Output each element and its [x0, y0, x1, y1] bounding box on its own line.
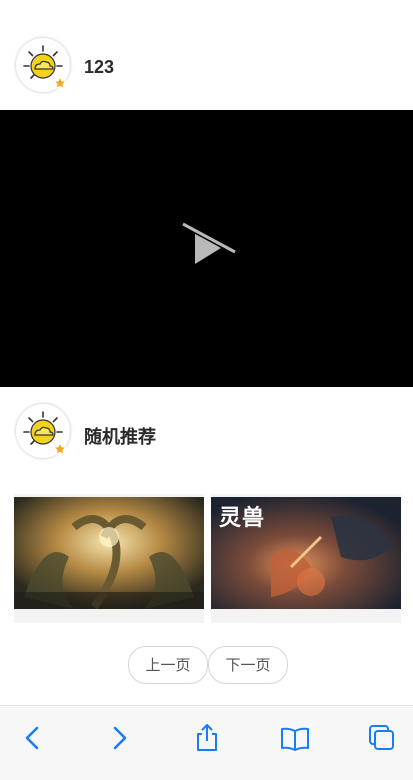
mythical-serpent-artwork: [14, 497, 204, 609]
tabs-icon[interactable]: [366, 722, 398, 754]
card-title-calligraphy: 灵兽: [219, 505, 266, 531]
recommend-card[interactable]: [14, 494, 204, 623]
next-page-button[interactable]: 下一页: [208, 646, 288, 684]
bookmarks-icon[interactable]: [279, 722, 311, 754]
recommend-header: 随机推荐: [0, 404, 413, 464]
recommend-avatar[interactable]: [16, 404, 70, 458]
sun-cloud-avatar-icon: [23, 45, 66, 89]
back-icon[interactable]: [17, 722, 49, 754]
forward-icon[interactable]: [103, 722, 135, 754]
post-username[interactable]: 123: [84, 57, 114, 78]
post-header: 123: [0, 36, 413, 96]
sun-cloud-avatar-icon: [23, 411, 66, 455]
recommend-title: 随机推荐: [84, 427, 156, 447]
user-avatar[interactable]: [16, 38, 70, 92]
recommend-card[interactable]: 灵兽: [211, 494, 401, 623]
share-icon[interactable]: [191, 722, 223, 754]
browser-toolbar: [0, 705, 413, 780]
video-unavailable-icon: [181, 221, 237, 264]
prev-page-button[interactable]: 上一页: [128, 646, 208, 684]
recommend-card-list: 灵兽: [0, 494, 413, 634]
pagination: 上一页 下一页: [0, 646, 413, 684]
